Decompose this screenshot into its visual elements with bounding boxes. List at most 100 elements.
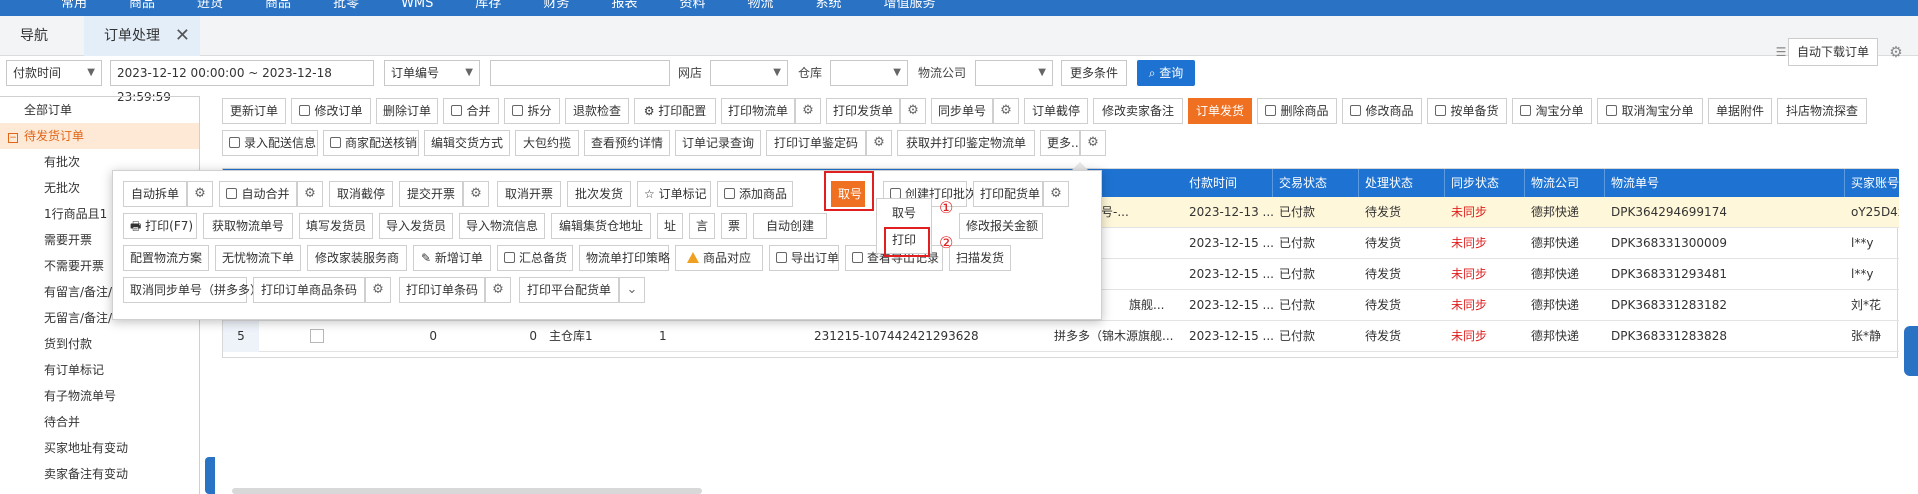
- edit-goods-button[interactable]: 修改商品: [1342, 98, 1422, 124]
- print-waybill-button[interactable]: 打印物流单: [721, 98, 795, 124]
- edit-installer-button[interactable]: 修改家装服务商: [307, 245, 407, 271]
- col-tracking-no[interactable]: 物流单号: [1605, 169, 1845, 197]
- edit-seller-note-button[interactable]: 修改卖家备注: [1093, 98, 1183, 124]
- sidebar-collapse-handle[interactable]: [205, 457, 215, 494]
- menu-item-report[interactable]: 报表: [590, 0, 658, 12]
- date-range-input[interactable]: 2023-12-12 00:00:00 ~ 2023-12-18 23:59:5…: [110, 60, 374, 104]
- goods-mapping-button[interactable]: 商品对应: [675, 245, 763, 271]
- cancel-taobao-split-button[interactable]: 取消淘宝分单: [1597, 98, 1703, 124]
- close-icon[interactable]: ✕: [175, 16, 190, 56]
- menu-item-common[interactable]: 常用: [40, 0, 108, 12]
- col-sync-status[interactable]: 同步状态: [1445, 169, 1525, 197]
- submit-invoice-button[interactable]: 提交开票: [399, 181, 463, 207]
- menu-item-value-added[interactable]: 增值服务: [863, 0, 957, 12]
- print-goods-barcode-button[interactable]: 打印订单商品条码: [253, 277, 365, 303]
- horizontal-scrollbar[interactable]: [232, 488, 702, 494]
- gear-icon[interactable]: ⚙: [297, 181, 323, 207]
- col-trade-status[interactable]: 交易状态: [1273, 169, 1359, 197]
- tab-order-processing[interactable]: 订单处理 ✕: [84, 16, 200, 56]
- refund-check-button[interactable]: 退款检查: [565, 98, 629, 124]
- order-hold-button[interactable]: 订单截停: [1024, 98, 1088, 124]
- gear-icon[interactable]: ⚙: [1080, 130, 1106, 156]
- col-buyer-account[interactable]: 买家账号: [1845, 169, 1899, 197]
- row-checkbox[interactable]: [310, 329, 324, 343]
- auto-split-button[interactable]: 自动拆单: [123, 181, 187, 207]
- logistics-select[interactable]: ▼: [975, 60, 1053, 86]
- import-logistics-button[interactable]: 导入物流信息: [459, 213, 545, 239]
- edit-order-button[interactable]: 修改订单: [291, 98, 371, 124]
- sidebar-item-to-merge[interactable]: 待合并: [0, 409, 199, 435]
- chevron-down-icon[interactable]: ⌄: [619, 277, 645, 303]
- print-auth-code-button[interactable]: 打印订单鉴定码: [766, 130, 866, 156]
- update-order-button[interactable]: 更新订单: [222, 98, 286, 124]
- cancel-invoice-button[interactable]: 取消开票: [497, 181, 561, 207]
- sidebar-item-address-changed[interactable]: 买家地址有变动: [0, 435, 199, 461]
- dropdown-item-fetch[interactable]: 取号: [877, 200, 931, 226]
- right-panel-handle[interactable]: [1904, 326, 1918, 376]
- cancel-sync-pdd-button[interactable]: 取消同步单号（拼多多）: [123, 277, 262, 303]
- sidebar-item-sub-tracking[interactable]: 有子物流单号: [0, 383, 199, 409]
- table-row[interactable]: 5 0 0 主仓库1 1 231215-107442421293628 拼多多（…: [223, 321, 1899, 352]
- order-record-query-button[interactable]: 订单记录查询: [675, 130, 761, 156]
- enter-delivery-info-button[interactable]: 录入配送信息: [222, 130, 318, 156]
- get-print-auth-waybill-button[interactable]: 获取并打印鉴定物流单: [897, 130, 1035, 156]
- gear-icon[interactable]: ⚙: [993, 98, 1019, 124]
- print-f7-button[interactable]: 🖶 打印(F7): [123, 213, 197, 239]
- print-delivery-note-button[interactable]: 打印发货单: [826, 98, 900, 124]
- tab-navigation[interactable]: 导航: [0, 16, 82, 56]
- worry-free-logistics-button[interactable]: 无忧物流下单: [215, 245, 301, 271]
- delete-goods-button[interactable]: 删除商品: [1257, 98, 1337, 124]
- cancel-hold-button[interactable]: 取消截停: [329, 181, 393, 207]
- import-shipper-button[interactable]: 导入发货员: [379, 213, 453, 239]
- shop-select[interactable]: ▼: [710, 60, 788, 86]
- sidebar-item-pending-shipment[interactable]: − 待发货订单: [0, 123, 199, 149]
- menu-item-stock[interactable]: 库存: [454, 0, 522, 12]
- split-button[interactable]: 拆分: [504, 98, 560, 124]
- add-goods-button[interactable]: 添加商品: [717, 181, 793, 207]
- edit-customs-amount-button[interactable]: 修改报关金额: [959, 213, 1043, 239]
- stock-by-order-button[interactable]: 按单备货: [1427, 98, 1507, 124]
- batch-ship-button[interactable]: 批次发货: [567, 181, 631, 207]
- gear-icon[interactable]: ⚙: [187, 181, 213, 207]
- waybill-print-policy-button[interactable]: 物流单打印策略: [579, 245, 670, 271]
- print-config-button[interactable]: ⚙ 打印配置: [634, 98, 716, 124]
- auto-create-button[interactable]: 自动创建: [753, 213, 827, 239]
- print-picking-list-button[interactable]: 打印配货单: [973, 181, 1043, 207]
- collapse-icon[interactable]: −: [8, 133, 18, 143]
- menu-item-wholesale[interactable]: 批零: [312, 0, 380, 12]
- ship-order-button[interactable]: 订单发货: [1188, 98, 1252, 124]
- col-logistics[interactable]: 物流公司: [1525, 169, 1605, 197]
- config-logistics-plan-button[interactable]: 配置物流方案: [123, 245, 209, 271]
- time-type-select[interactable]: 付款时间 ▼: [6, 60, 102, 86]
- gear-icon[interactable]: ⚙: [463, 181, 489, 207]
- menu-item-data[interactable]: 资料: [658, 0, 726, 12]
- get-tracking-no-button[interactable]: 获取物流单号: [203, 213, 293, 239]
- menu-item-purchase[interactable]: 进货: [176, 0, 244, 12]
- query-button[interactable]: ⌕ 查询: [1137, 60, 1195, 86]
- bulk-pickup-button[interactable]: 大包约揽: [515, 130, 579, 156]
- print-order-barcode-button[interactable]: 打印订单条码: [399, 277, 485, 303]
- warehouse-select[interactable]: ▼: [830, 60, 908, 86]
- export-orders-button[interactable]: 导出订单: [769, 245, 839, 271]
- more-conditions-button[interactable]: 更多条件: [1061, 60, 1128, 86]
- new-order-button[interactable]: ✎ 新增订单: [413, 245, 491, 271]
- scan-ship-button[interactable]: 扫描发货: [949, 245, 1011, 271]
- fill-shipper-button[interactable]: 填写发货员: [299, 213, 373, 239]
- view-reservation-button[interactable]: 查看预约详情: [584, 130, 670, 156]
- code-input[interactable]: [490, 60, 670, 86]
- summary-stock-button[interactable]: 汇总备货: [497, 245, 573, 271]
- merge-button[interactable]: 合并: [443, 98, 499, 124]
- sync-tracking-button[interactable]: 同步单号: [931, 98, 993, 124]
- address-button[interactable]: 址: [657, 213, 683, 239]
- douyin-logistics-probe-button[interactable]: 抖店物流探查: [1777, 98, 1867, 124]
- edit-delivery-method-button[interactable]: 编辑交货方式: [424, 130, 510, 156]
- col-pay-time[interactable]: 付款时间: [1183, 169, 1273, 197]
- merchant-delivery-verify-button[interactable]: 商家配送核销: [323, 130, 419, 156]
- gear-icon[interactable]: ⚙: [866, 130, 892, 156]
- menu-item-system[interactable]: 系统: [794, 0, 862, 12]
- auto-merge-button[interactable]: 自动合并: [219, 181, 297, 207]
- gear-icon[interactable]: ⚙: [1043, 181, 1069, 207]
- sidebar-item-all-orders[interactable]: 全部订单: [0, 97, 199, 123]
- sidebar-item-cod[interactable]: 货到付款: [0, 331, 199, 357]
- message-button[interactable]: 言: [689, 213, 715, 239]
